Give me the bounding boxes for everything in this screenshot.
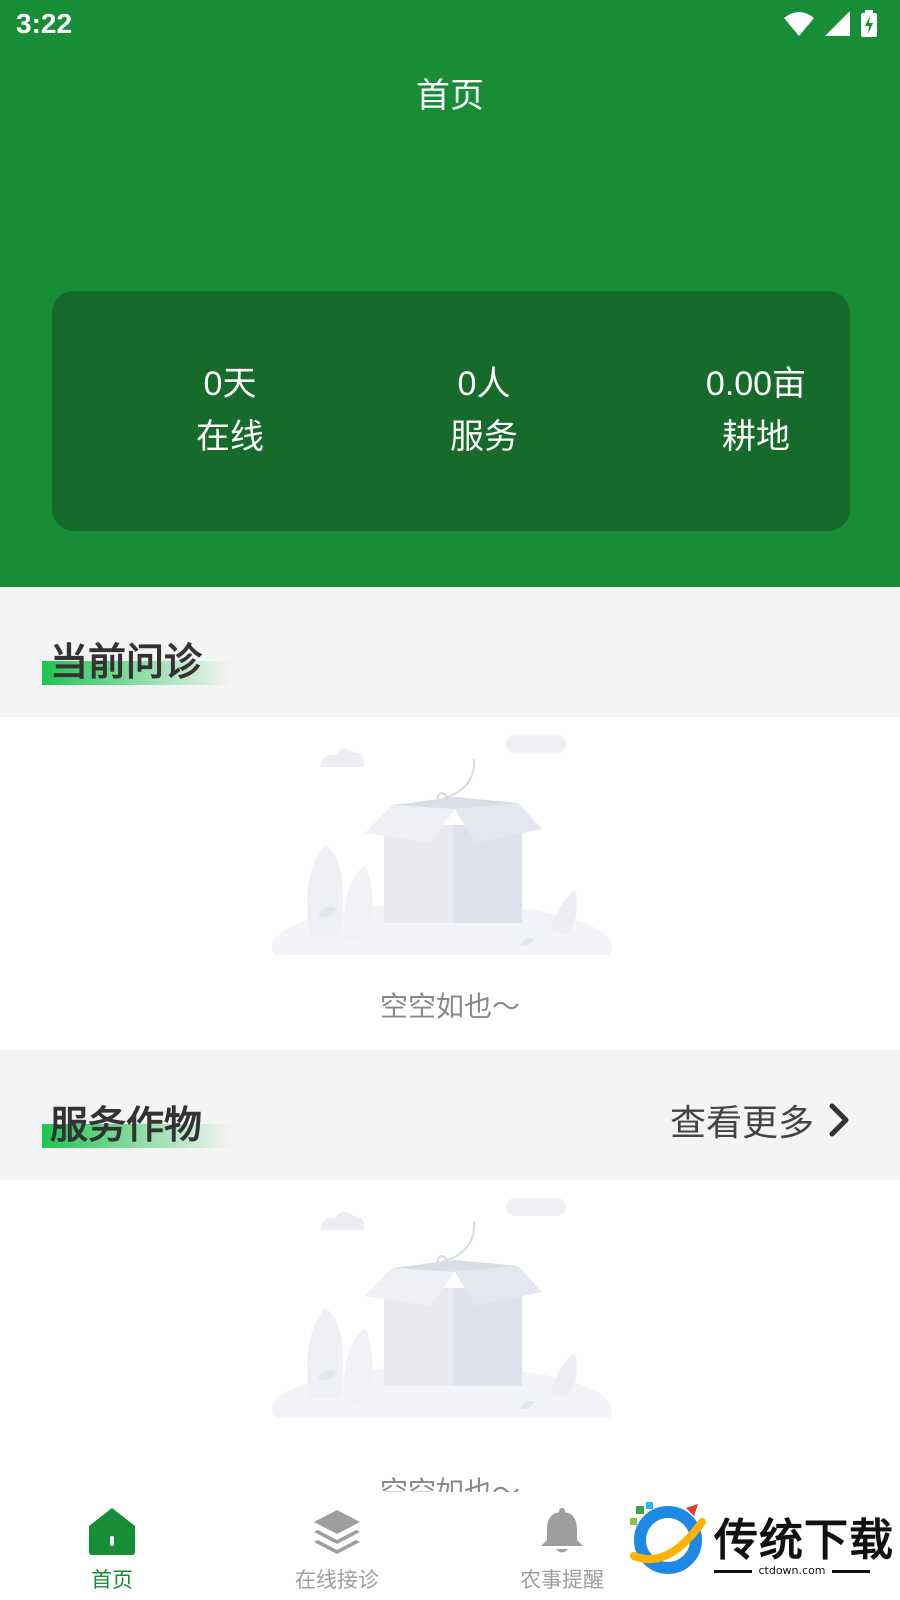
battery-icon	[861, 10, 877, 37]
current-consult-header: 当前问诊	[0, 587, 900, 717]
empty-box-illustration	[272, 1198, 612, 1418]
current-consult-empty: 空空如也～	[0, 717, 900, 1050]
watermark-text: 传统下载	[714, 1515, 894, 1566]
stat-farmland: 0.00亩 耕地	[626, 359, 886, 465]
stat-online: 0天 在线	[100, 359, 360, 465]
status-time: 3:22	[16, 8, 73, 39]
current-consult-title-wrap: 当前问诊	[42, 631, 232, 686]
stat-service-value: 0人	[457, 365, 511, 403]
stat-farmland-value: 0.00亩	[705, 365, 807, 403]
layers-icon	[314, 1510, 360, 1554]
bell-icon	[541, 1508, 583, 1553]
tab-home[interactable]: 首页	[12, 1492, 212, 1600]
service-crops-title-wrap: 服务作物	[42, 1094, 232, 1149]
signal-icon	[825, 11, 850, 36]
empty-box-illustration	[272, 735, 612, 955]
view-more-link[interactable]: 查看更多	[670, 1094, 850, 1146]
tab-online-consult[interactable]: 在线接诊	[237, 1492, 437, 1600]
stats-card: 0天 在线 0人 服务 0.00亩 耕地	[52, 291, 850, 531]
current-consult-title: 当前问诊	[50, 640, 203, 684]
page-title: 首页	[416, 76, 484, 116]
service-crops-title: 服务作物	[50, 1103, 203, 1147]
view-more-label: 查看更多	[669, 1103, 814, 1144]
status-bar: 3:22	[0, 0, 900, 50]
home-icon	[89, 1508, 135, 1555]
watermark-emblem-icon	[630, 1502, 706, 1574]
service-crops-empty: 空空如也～	[0, 1180, 900, 1508]
tab-home-label: 首页	[91, 1568, 133, 1592]
stat-service: 0人 服务	[354, 359, 614, 465]
service-crops-header: 服务作物 查看更多	[0, 1050, 900, 1180]
current-consult-empty-text: 空空如也～	[379, 990, 520, 1023]
stat-online-label: 在线	[196, 417, 264, 457]
tab-online-consult-label: 在线接诊	[295, 1568, 379, 1592]
stat-farmland-label: 耕地	[722, 417, 790, 457]
status-icons	[784, 10, 878, 38]
watermark-logo: 传统下载 ctdown.com	[628, 1500, 893, 1590]
watermark-divider	[832, 1570, 870, 1573]
chevron-right-icon	[829, 1103, 849, 1137]
wifi-icon	[784, 12, 814, 36]
header: 3:22 首页 0天 在线 0人 服务 0.00亩 耕地	[0, 0, 900, 587]
stat-online-value: 0天	[203, 365, 257, 403]
stat-service-label: 服务	[450, 417, 518, 457]
